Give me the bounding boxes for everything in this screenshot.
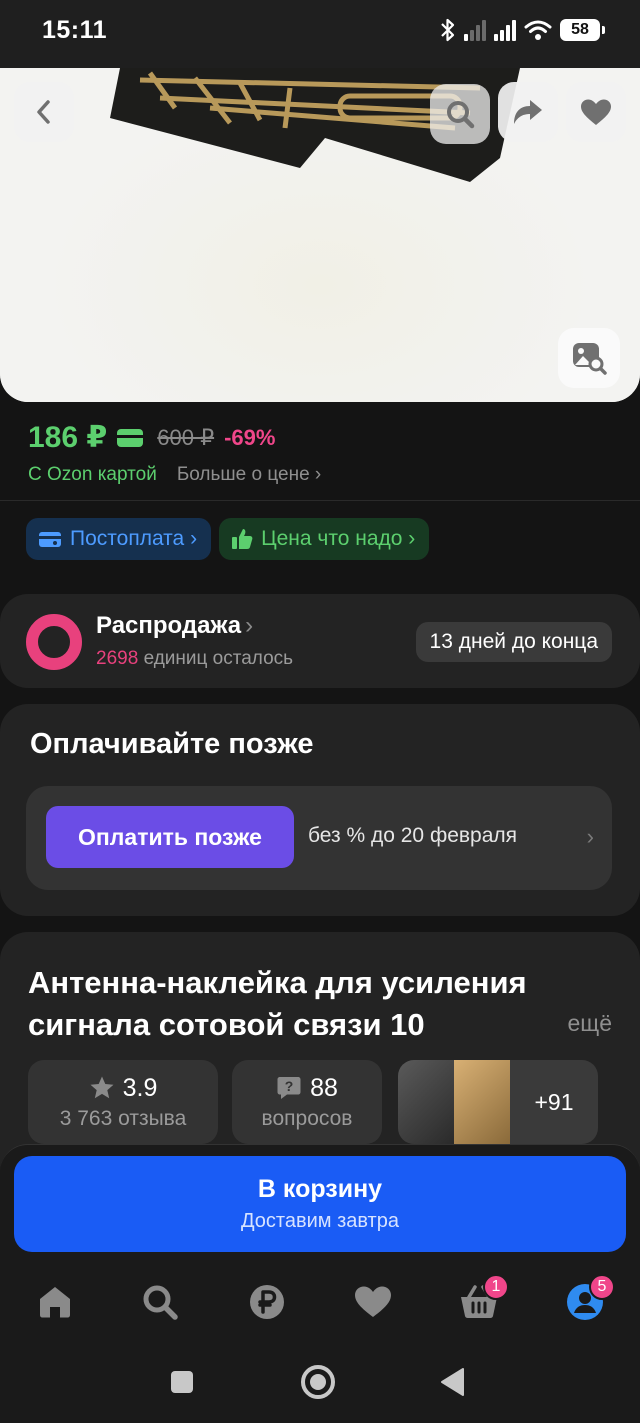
back-button[interactable] [14,82,74,142]
divider [0,500,640,501]
sale-count: 2698 [96,648,139,669]
recent-apps-button[interactable] [162,1362,202,1402]
review-photo[interactable] [454,1060,510,1144]
ozon-card-icon [117,428,144,447]
signal-sim1-icon [464,19,486,41]
tab-search[interactable] [138,1280,182,1324]
price-subline: С Ozon картой Больше о цене › [28,464,321,486]
chevron-right-icon: › [586,824,594,849]
sale-days-left: 13 дней до конца [415,622,612,662]
chevron-left-icon [37,100,50,124]
postpay-tag-label: Постоплата › [70,527,198,550]
battery-indicator: 58 [560,19,605,41]
reviews-count: 3 763 отзыва [59,1106,187,1130]
pay-later-offer[interactable]: Оплатить позже без % до 20 февраля › [26,786,612,890]
pay-later-button[interactable]: Оплатить позже [46,806,294,868]
questions[interactable]: ? 88 вопросов [232,1060,382,1144]
old-price: 600 ₽ [157,424,215,450]
rating-value: 3.9 [122,1073,158,1102]
signal-sim2-icon [494,19,516,41]
wallet-icon [39,532,61,547]
home-icon [40,1287,70,1318]
pay-later-title: Оплачивайте позже [30,728,314,760]
profile-badge: 5 [589,1274,615,1300]
back-nav-button[interactable] [432,1362,472,1402]
square-icon [171,1371,193,1393]
ruble-coin-icon [250,1285,284,1319]
questions-label: вопросов [261,1106,353,1130]
wifi-icon [524,20,552,40]
tab-cart[interactable]: 1 [457,1274,509,1324]
questions-count: 88 [310,1073,338,1102]
svg-text:?: ? [285,1078,294,1094]
more-about-price-link[interactable]: Больше о цене › [177,464,321,486]
tab-profile[interactable]: 5 [563,1274,615,1324]
circle-icon [301,1365,335,1399]
discount-badge: -69% [224,424,276,450]
add-to-cart-button[interactable]: В корзину Доставим завтра [14,1156,626,1252]
cart-badge: 1 [483,1274,509,1300]
good-price-tag[interactable]: Цена что надо › [219,518,430,560]
star-icon [90,1076,114,1099]
review-photo[interactable] [398,1060,454,1144]
bluetooth-icon [441,18,455,42]
image-search-icon [573,343,607,375]
review-photos[interactable]: +91 [398,1060,598,1144]
sale-title: Распродажа › [96,612,254,639]
heart-icon [355,1286,391,1317]
sale-remaining: 2698 единиц осталось [96,648,293,670]
system-nav-bar [0,1340,640,1423]
share-button[interactable] [498,82,558,142]
tab-bar: 1 5 [0,1270,640,1330]
price-row: 186 ₽ 600 ₽ -69% [28,420,275,455]
tab-favorites[interactable] [351,1280,395,1324]
tags-row: Постоплата › Цена что надо › [26,518,430,560]
sale-card[interactable]: Распродажа › 2698 единиц осталось 13 дней… [0,594,640,688]
tab-home[interactable] [33,1280,77,1324]
pay-later-card: Оплачивайте позже Оплатить позже без % д… [0,704,640,916]
good-price-tag-label: Цена что надо › [261,527,416,550]
status-time: 15:11 [42,16,108,44]
title-more-link[interactable]: ещё [567,1010,612,1037]
delivery-estimate: Доставим завтра [241,1210,399,1232]
search-icon [447,101,475,129]
favorite-button[interactable] [566,82,626,142]
pay-later-terms: без % до 20 февраля [308,824,518,847]
share-icon [514,100,542,124]
add-to-cart-label: В корзину [257,1175,383,1203]
current-price: 186 ₽ [28,421,108,454]
more-photos[interactable]: +91 [510,1060,598,1144]
sale-remaining-label: единиц осталось [143,648,294,669]
triangle-back-icon [441,1368,464,1396]
thumbs-up-icon [232,529,253,549]
rating-reviews[interactable]: 3.9 3 763 отзыва [28,1060,218,1144]
sale-ring-icon [26,614,82,670]
visual-search-button[interactable] [558,328,620,388]
search-button[interactable] [430,84,490,144]
home-button[interactable] [298,1362,338,1402]
heart-icon [581,99,611,125]
postpay-tag[interactable]: Постоплата › [26,518,212,560]
status-bar: 15:11 58 [0,0,640,68]
product-title: Антенна-наклейка для усиления сигнала со… [28,965,527,1042]
ozon-card-label: С Ozon картой [28,464,157,485]
question-icon: ? [277,1077,301,1099]
search-icon [143,1285,178,1320]
status-icons: 58 [440,18,605,42]
tab-finance[interactable] [245,1280,289,1324]
